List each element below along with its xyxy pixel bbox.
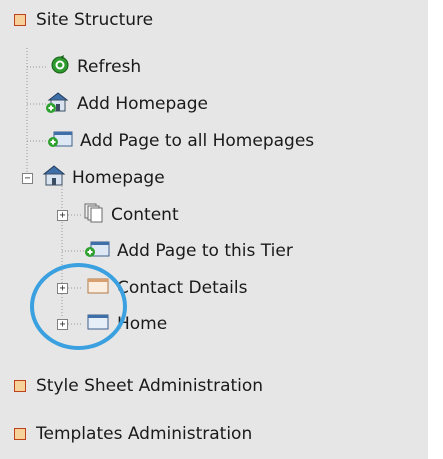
page-icon (87, 277, 111, 300)
tree-item-refresh[interactable]: Refresh (49, 53, 141, 81)
tree-item-add-page-all[interactable]: Add Page to all Homepages (46, 127, 314, 155)
tree-item-homepage[interactable]: Homepage (42, 164, 165, 192)
site-structure-panel: Site Structure Refresh Add Homepage Add … (0, 0, 428, 459)
refresh-icon (49, 54, 71, 81)
templates-admin-section[interactable]: Templates Administration (14, 420, 252, 448)
tree-item-add-page-tier[interactable]: Add Page to this Tier (83, 237, 293, 265)
home-expand-toggle[interactable]: + (57, 319, 68, 330)
tree-item-home[interactable]: Home (87, 310, 167, 338)
tree-item-contact-details[interactable]: Contact Details (87, 274, 247, 302)
site-structure-header[interactable]: Site Structure (14, 6, 153, 34)
section-bullet-icon (14, 428, 26, 440)
tree-item-label: Add Homepage (77, 94, 208, 114)
tree-item-label: Add Page to all Homepages (80, 131, 315, 151)
tree-item-label: Home (117, 314, 168, 334)
add-page-icon (46, 129, 74, 154)
content-pages-icon (83, 202, 105, 229)
section-label: Style Sheet Administration (36, 376, 264, 396)
homepage-collapse-toggle[interactable]: − (22, 173, 33, 184)
tree-item-content[interactable]: Content (83, 201, 179, 229)
add-homepage-icon (45, 90, 71, 119)
style-sheet-admin-section[interactable]: Style Sheet Administration (14, 372, 263, 400)
section-bullet-icon (14, 14, 26, 26)
tree-item-label: Refresh (77, 57, 142, 77)
tree-item-label: Contact Details (117, 278, 248, 298)
page-icon (87, 313, 111, 336)
tree-item-label: Content (111, 205, 179, 225)
tree-item-label: Homepage (72, 168, 165, 188)
tree-item-add-homepage[interactable]: Add Homepage (45, 90, 208, 118)
add-page-icon (83, 239, 111, 264)
homepage-icon (42, 164, 66, 193)
contact-details-expand-toggle[interactable]: + (57, 283, 68, 294)
tree-item-label: Add Page to this Tier (117, 241, 293, 261)
site-structure-label: Site Structure (36, 10, 154, 30)
section-label: Templates Administration (36, 424, 253, 444)
content-expand-toggle[interactable]: + (57, 210, 68, 221)
section-bullet-icon (14, 380, 26, 392)
